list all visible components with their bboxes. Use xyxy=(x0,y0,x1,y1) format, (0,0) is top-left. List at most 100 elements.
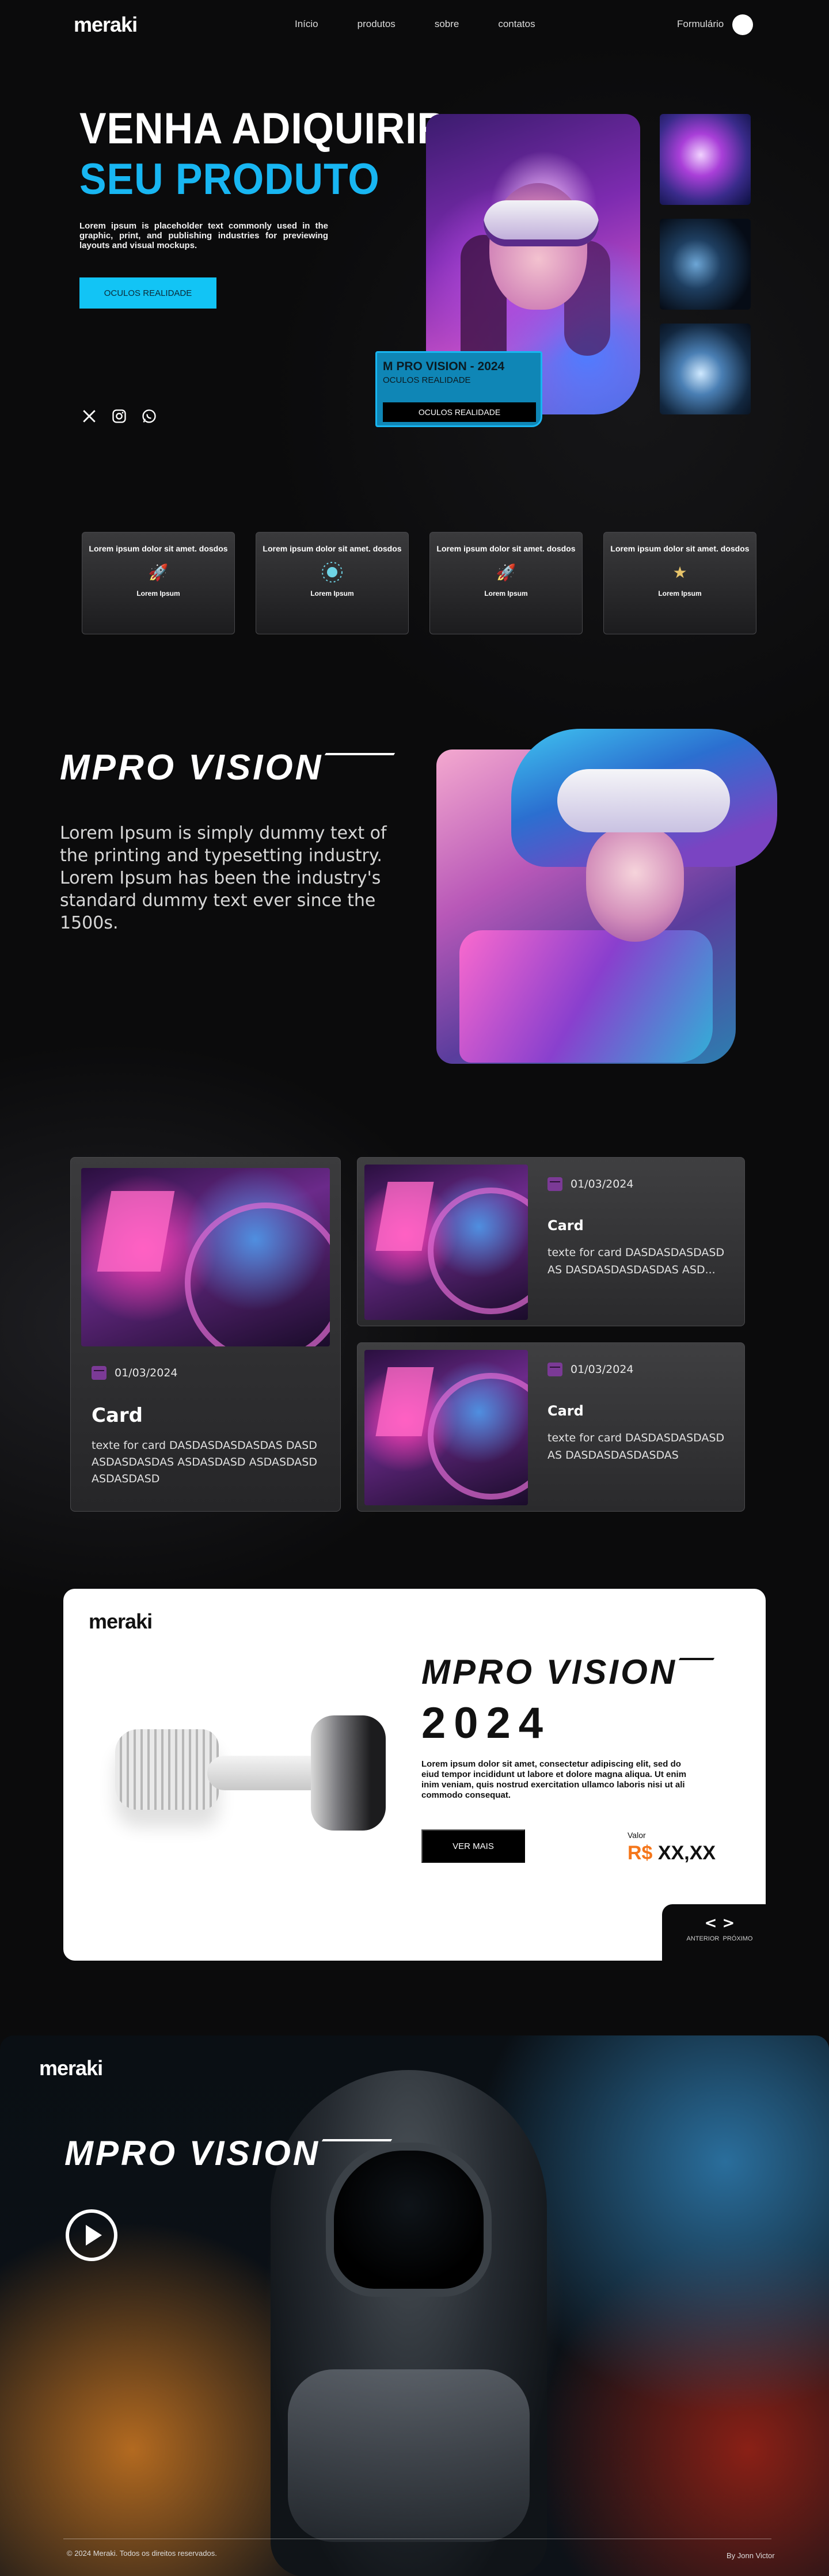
next-label[interactable]: PRÓXIMO xyxy=(723,1935,753,1942)
card-date: 01/03/2024 xyxy=(571,1363,634,1376)
brand-slash xyxy=(678,1658,715,1660)
rocket-icon: 🚀 xyxy=(496,562,516,582)
feature-card-title: Lorem ipsum dolor sit amet. dosdos xyxy=(436,544,576,553)
promo-year: 2024 xyxy=(421,1699,552,1748)
hero-tag-subtitle: OCULOS REALIDADE xyxy=(383,375,471,385)
card-title: Card xyxy=(547,1403,584,1419)
social-links xyxy=(81,408,158,425)
feature-card-title: Lorem ipsum dolor sit amet. dosdos xyxy=(89,544,228,553)
nav-link-contatos[interactable]: contatos xyxy=(498,18,535,30)
price-currency: R$ xyxy=(628,1842,653,1864)
hero-product-tag: M PRO VISION - 2024 OCULOS REALIDADE OCU… xyxy=(375,351,542,427)
card-text: texte for card DASDASDASDASDAS DASDASDAS… xyxy=(92,1439,317,1485)
rocket-icon: 🚀 xyxy=(148,562,169,582)
chevron-right-icon[interactable]: > xyxy=(722,1915,735,1932)
hero-tag-button[interactable]: OCULOS REALIDADE xyxy=(383,402,536,422)
calendar-icon xyxy=(92,1366,107,1380)
feature-card[interactable]: Lorem ipsum dolor sit amet. dosdos Lorem… xyxy=(256,532,409,634)
headset-image xyxy=(115,1710,386,1848)
carousel-labels: ANTERIOR PRÓXIMO xyxy=(679,1935,760,1942)
feature-card-title: Lorem ipsum dolor sit amet. dosdos xyxy=(263,544,402,553)
avatar[interactable] xyxy=(732,14,753,35)
whatsapp-icon[interactable] xyxy=(140,408,158,425)
vision-text: Lorem Ipsum is simply dummy text of the … xyxy=(60,823,387,933)
star-icon: ★ xyxy=(672,562,687,582)
chevron-left-icon[interactable]: < xyxy=(705,1915,717,1932)
promo-description: Lorem ipsum dolor sit amet, consectetur … xyxy=(421,1759,687,1800)
nav-links: Início produtos sobre contatos xyxy=(295,18,575,30)
page: meraki Início produtos sobre contatos Fo… xyxy=(0,0,829,2576)
price-value: R$ XX,XX xyxy=(628,1842,716,1865)
hero-title: VENHA ADIQUIRIR SEU PRODUTO xyxy=(79,104,447,205)
play-icon[interactable] xyxy=(66,2209,117,2261)
footer-logo[interactable]: meraki xyxy=(39,2056,103,2080)
card-title: Card xyxy=(92,1404,143,1427)
gallery-thumb-3[interactable] xyxy=(660,324,751,414)
card-date-row: 01/03/2024 xyxy=(547,1177,634,1191)
brand-pro: PRO xyxy=(92,748,177,787)
card-title: Card xyxy=(547,1217,584,1234)
feature-card-label: Lorem Ipsum xyxy=(484,589,528,598)
feature-card-label: Lorem Ipsum xyxy=(658,589,702,598)
promo-carousel-nav: < > ANTERIOR PRÓXIMO xyxy=(679,1915,760,1942)
footer-hero: meraki MPRO VISION © 2024 Meraki. Todos … xyxy=(0,2035,829,2576)
price-amount: XX,XX xyxy=(657,1842,716,1864)
brand-m: M xyxy=(64,2134,96,2172)
vision-image xyxy=(436,729,777,1064)
calendar-icon xyxy=(547,1177,562,1191)
hero-title-line2: SEU PRODUTO xyxy=(79,155,380,204)
feature-card[interactable]: Lorem ipsum dolor sit amet. dosdos ★ Lor… xyxy=(603,532,756,634)
card-image xyxy=(364,1350,528,1505)
hero-title-line1: VENHA ADIQUIRIR xyxy=(79,104,447,153)
prev-label[interactable]: ANTERIOR xyxy=(687,1935,720,1942)
feature-card[interactable]: Lorem ipsum dolor sit amet. dosdos 🚀 Lor… xyxy=(429,532,583,634)
card-large[interactable]: 01/03/2024 Card texte for card DASDASDAS… xyxy=(70,1157,341,1512)
promo-brand-title: MPRO VISION xyxy=(421,1652,715,1692)
feature-card-label: Lorem Ipsum xyxy=(136,589,180,598)
hero-tag-title: M PRO VISION - 2024 xyxy=(383,360,505,373)
brand-pro: PRO xyxy=(95,2134,178,2172)
brand-vision: VISION xyxy=(189,2134,321,2172)
nav-link-produtos[interactable]: produtos xyxy=(358,18,396,30)
brand-slash xyxy=(325,753,396,755)
gallery-thumb-2[interactable] xyxy=(660,219,751,310)
card-small[interactable]: 01/03/2024 Card texte for card DASDASDAS… xyxy=(357,1157,745,1326)
brand-m: M xyxy=(60,748,92,787)
brand-vision: VISION xyxy=(546,1653,678,1691)
feature-card-label: Lorem Ipsum xyxy=(310,589,354,598)
hero-cta-button[interactable]: OCULOS REALIDADE xyxy=(79,277,216,309)
card-date-row: 01/03/2024 xyxy=(547,1363,634,1376)
vision-brand-title: MPRO VISION xyxy=(60,747,396,788)
nav-link-inicio[interactable]: Início xyxy=(295,18,318,30)
card-date: 01/03/2024 xyxy=(571,1178,634,1190)
card-text: texte for card DASDASDASDASDAS DASDASDAS… xyxy=(547,1432,725,1462)
footer-credit: By Jonn Victor xyxy=(727,2551,775,2560)
footer-brand-title: MPRO VISION xyxy=(64,2133,393,2173)
promo-logo: meraki xyxy=(89,1609,153,1633)
nav-form-link[interactable]: Formulário xyxy=(677,18,724,30)
top-nav: meraki Início produtos sobre contatos Fo… xyxy=(0,0,829,52)
gallery-thumb-1[interactable] xyxy=(660,114,751,205)
instagram-icon[interactable] xyxy=(111,408,128,425)
brand-vision: VISION xyxy=(188,748,324,787)
feature-card[interactable]: Lorem ipsum dolor sit amet. dosdos 🚀 Lor… xyxy=(82,532,235,634)
x-icon[interactable] xyxy=(81,408,98,425)
promo-card: meraki MPRO VISION 2024 Lorem ipsum dolo… xyxy=(63,1589,766,1961)
logo[interactable]: meraki xyxy=(74,13,138,37)
brand-m: M xyxy=(421,1653,452,1691)
feature-card-title: Lorem ipsum dolor sit amet. dosdos xyxy=(610,544,750,553)
card-date-row: 01/03/2024 xyxy=(92,1366,178,1380)
orbit-icon xyxy=(320,560,345,585)
card-small[interactable]: 01/03/2024 Card texte for card DASDASDAS… xyxy=(357,1342,745,1512)
card-image xyxy=(364,1165,528,1320)
carousel-arrows: < > xyxy=(679,1915,760,1932)
hero-description: Lorem ipsum is placeholder text commonly… xyxy=(79,221,328,250)
card-date: 01/03/2024 xyxy=(115,1367,178,1379)
footer-copyright: © 2024 Meraki. Todos os direitos reserva… xyxy=(67,2549,217,2558)
card-image xyxy=(81,1168,330,1346)
calendar-icon xyxy=(547,1363,562,1376)
ver-mais-button[interactable]: VER MAIS xyxy=(421,1829,525,1863)
price-label: Valor xyxy=(628,1831,646,1840)
nav-link-sobre[interactable]: sobre xyxy=(435,18,459,30)
brand-pro: PRO xyxy=(452,1653,535,1691)
